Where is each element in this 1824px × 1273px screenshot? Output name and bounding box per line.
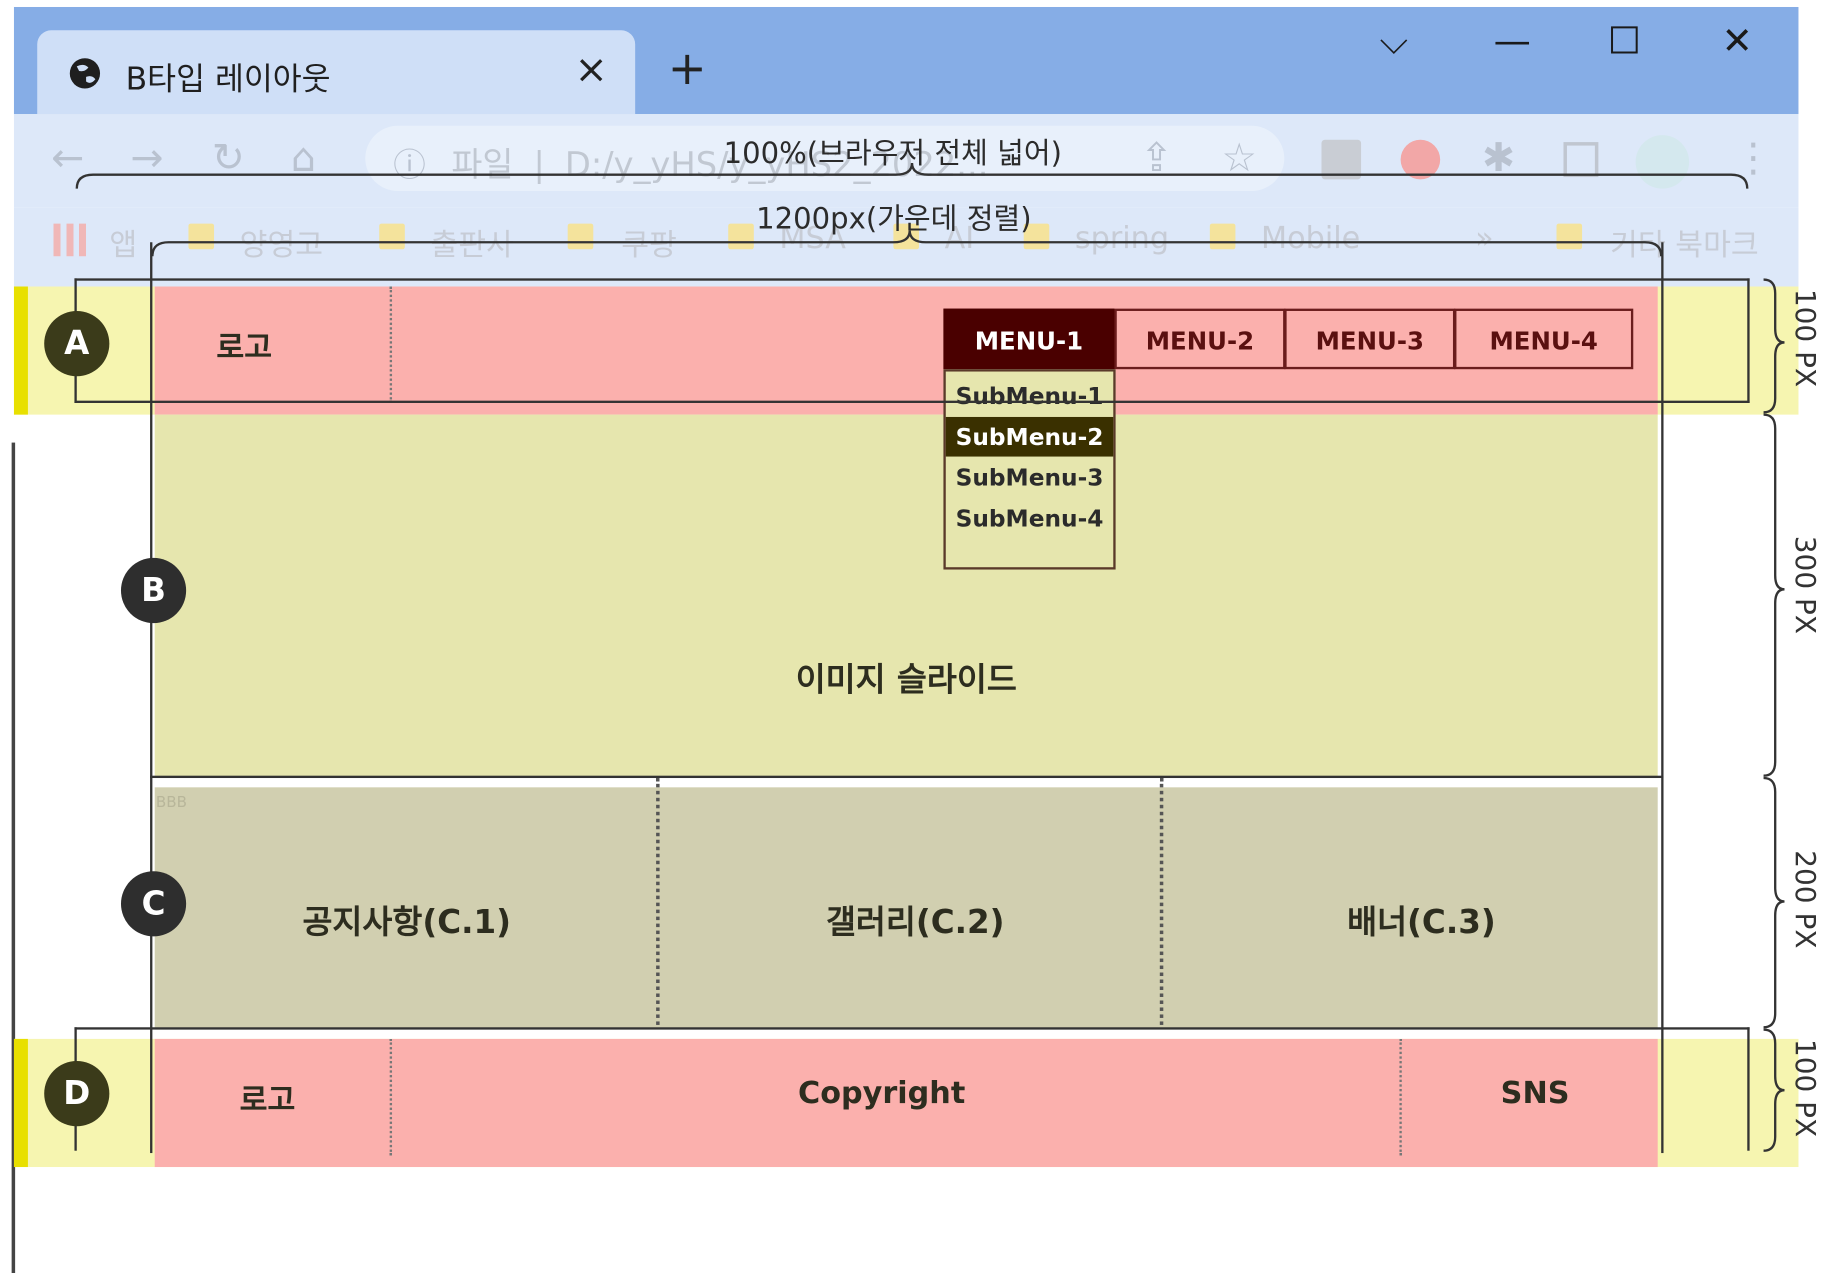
extension-block-icon[interactable] [1400, 139, 1441, 180]
footer-logo[interactable]: 로고 [240, 1076, 296, 1119]
badge-b: B [120, 557, 187, 624]
height-c-annotation: 200 PX [1789, 850, 1822, 949]
submenu-dropdown: SubMenu-1 SubMenu-2 SubMenu-3 SubMenu-4 [943, 369, 1116, 570]
close-window-button[interactable]: ✕ [1722, 19, 1753, 63]
notice-label: 공지사항(C.1) [302, 902, 512, 942]
globe-icon [69, 58, 101, 89]
reload-icon[interactable]: ↻ [212, 135, 245, 182]
footer-full-width-top [74, 1027, 1750, 1030]
tab-search-icon[interactable]: ⌵ [1380, 19, 1408, 64]
badge-a: A [44, 310, 110, 377]
bookmark-item[interactable]: Mobile [1261, 221, 1360, 256]
browser-tab[interactable]: B타입 레이아웃 × [37, 30, 636, 115]
header-edge-marker [13, 286, 28, 415]
content-divider-2 [1159, 778, 1164, 1025]
menu-kebab-icon[interactable]: ⋮ [1733, 135, 1773, 182]
gallery-label: 갤러리(C.2) [825, 902, 1005, 942]
image-slide-section [154, 414, 1658, 779]
folder-icon [567, 223, 594, 250]
new-tab-button[interactable]: + [668, 42, 707, 96]
footer-copyright: Copyright [798, 1076, 966, 1112]
footer-full-width-right [1747, 1027, 1750, 1151]
side-panel-icon[interactable] [1563, 142, 1599, 178]
submenu-item-2[interactable]: SubMenu-2 [945, 416, 1114, 457]
folder-icon [379, 223, 405, 250]
bookmark-apps[interactable]: 앱 [109, 221, 137, 264]
home-icon[interactable]: ⌂ [291, 135, 316, 182]
menu-item-4[interactable]: MENU-4 [1454, 308, 1634, 370]
header-logo[interactable]: 로고 [216, 324, 272, 367]
menu-item-1[interactable]: MENU-1 [943, 308, 1115, 370]
height-d-annotation: 100 PX [1789, 1038, 1822, 1138]
height-a-annotation: 100 PX [1789, 288, 1822, 388]
extensions-puzzle-icon[interactable]: ✱ [1482, 135, 1515, 182]
header-full-width-bottom [74, 400, 1750, 403]
info-icon[interactable]: ⓘ [393, 140, 426, 187]
banner-label: 배너(C.3) [1347, 902, 1496, 942]
submenu-item-4[interactable]: SubMenu-4 [946, 498, 1114, 538]
submenu-item-3[interactable]: SubMenu-3 [946, 458, 1114, 498]
bookmark-item[interactable]: spring [1075, 221, 1169, 256]
tab-close-button[interactable]: × [575, 47, 608, 94]
header-full-width-right [1747, 278, 1750, 403]
full-width-annotation: 100%(브라우저 전체 넓어) [723, 136, 1062, 171]
footer-divider-2 [1399, 1038, 1402, 1156]
forward-icon[interactable]: → [130, 135, 163, 182]
share-icon[interactable]: ⇪ [1140, 135, 1173, 182]
slide-bottom-line [150, 775, 1664, 779]
footer-sns[interactable]: SNS [1501, 1076, 1570, 1111]
bookmark-other[interactable]: 기타 북마크 [1610, 221, 1759, 264]
folder-icon [1556, 223, 1583, 250]
header-full-width-top [74, 278, 1750, 281]
folder-icon [188, 223, 215, 250]
profile-avatar[interactable] [1635, 135, 1690, 189]
menu-item-2[interactable]: MENU-2 [1114, 308, 1286, 370]
badge-c: C [120, 871, 187, 937]
back-icon[interactable]: ← [51, 135, 84, 182]
submenu-item-1[interactable]: SubMenu-1 [946, 376, 1114, 416]
height-b-annotation: 300 PX [1789, 535, 1822, 635]
container-left-edge [150, 242, 153, 1154]
bookmark-item[interactable]: 쿠팡 [621, 221, 677, 264]
header-divider [389, 286, 393, 403]
address-prefix: 파일 [451, 144, 514, 185]
small-placeholder-text: BBB [155, 794, 188, 812]
bookmark-star-icon[interactable]: ☆ [1221, 135, 1256, 182]
maximize-button[interactable]: ☐ [1608, 19, 1641, 63]
apps-grid-icon[interactable] [53, 223, 87, 257]
folder-icon [728, 223, 754, 250]
address-divider: | [533, 144, 545, 185]
content-divider-1 [656, 778, 660, 1025]
footer-divider-1 [389, 1038, 393, 1156]
image-slide-label: 이미지 슬라이드 [795, 660, 1017, 699]
footer-edge-marker [13, 1038, 28, 1168]
extension-s-icon[interactable] [1321, 139, 1362, 180]
folder-icon [1209, 223, 1236, 250]
badge-d: D [44, 1061, 110, 1127]
menu-item-3[interactable]: MENU-3 [1284, 308, 1456, 370]
fixed-width-annotation: 1200px(가운데 정렬) [756, 201, 1032, 236]
bookmark-item[interactable]: 양영고 [240, 221, 323, 264]
tab-title: B타입 레이아웃 [125, 61, 331, 98]
bookmarks-overflow-button[interactable]: » [1475, 221, 1494, 256]
minimize-button[interactable]: — [1494, 19, 1531, 63]
bookmark-item[interactable]: 출판사 [430, 221, 513, 264]
container-right-edge [1661, 242, 1664, 1154]
